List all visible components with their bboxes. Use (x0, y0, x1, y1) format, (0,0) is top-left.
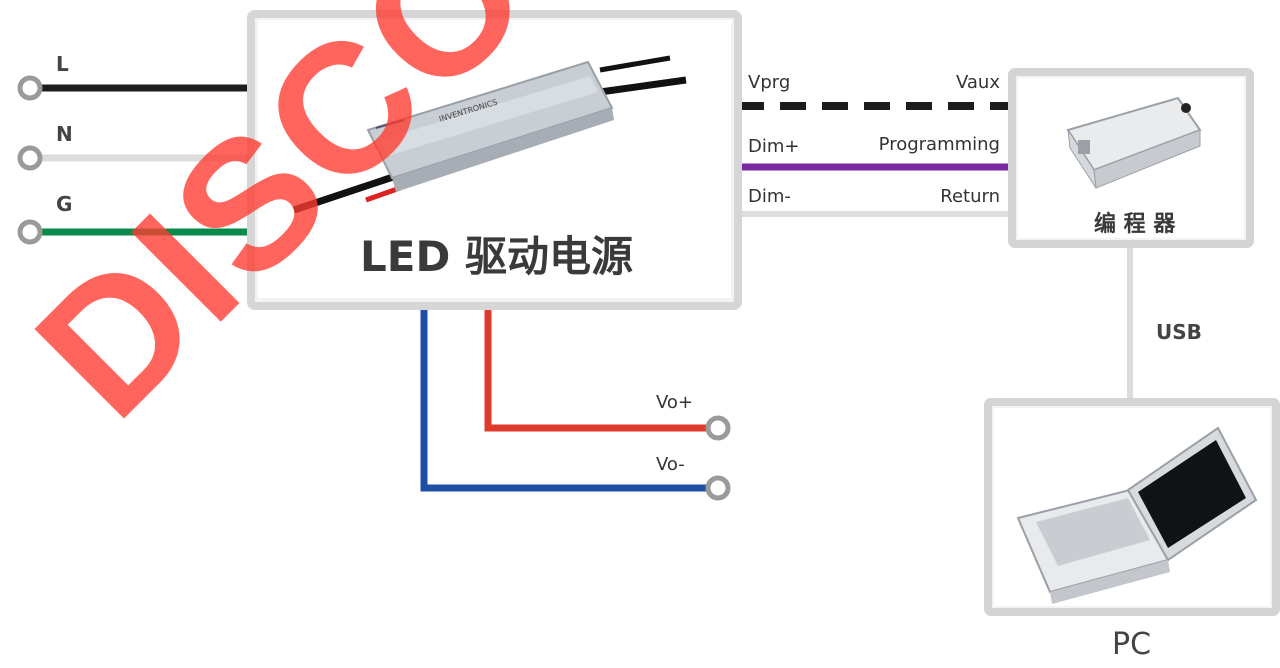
terminal-vo-plus (705, 415, 731, 441)
programmer-title: 编 程 器 (1094, 212, 1176, 237)
pc-label: PC (1112, 627, 1152, 662)
input-terminals (17, 75, 43, 245)
label-programming: Programming (878, 134, 1000, 155)
label-return: Return (940, 186, 1000, 207)
terminal-l (17, 75, 43, 101)
label-vprg: Vprg (748, 72, 791, 93)
label-g: G (56, 192, 73, 216)
usb-label: USB (1156, 320, 1202, 344)
label-vo-minus: Vo- (656, 454, 685, 475)
label-vaux: Vaux (955, 72, 1000, 93)
label-dim-minus: Dim- (748, 186, 791, 207)
wiring-diagram: INVENTRONICS L N G LED 驱动电源 Vprg Vaux Di… (0, 0, 1280, 664)
pc-box (984, 398, 1280, 616)
label-l: L (56, 52, 69, 76)
wiring-svg: INVENTRONICS (17, 10, 1280, 616)
terminal-vo-minus (705, 475, 731, 501)
label-n: N (56, 122, 73, 146)
terminal-g (17, 219, 43, 245)
label-dim-plus: Dim+ (748, 136, 800, 157)
label-vo-plus: Vo+ (656, 392, 694, 413)
driver-title: LED 驱动电源 (360, 232, 633, 281)
terminal-n (17, 145, 43, 171)
